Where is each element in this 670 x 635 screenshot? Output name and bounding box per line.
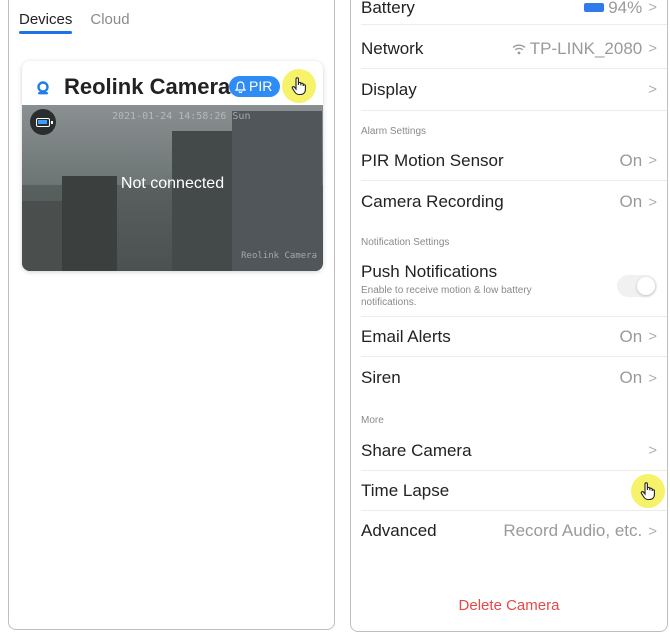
camera-recording-label: Camera Recording (361, 192, 504, 211)
advanced-value: Record Audio, etc. (503, 521, 643, 540)
advanced-label: Advanced (361, 521, 437, 540)
chevron-right-icon: > (648, 442, 657, 459)
settings-row-display[interactable]: Display > (361, 69, 667, 111)
settings-row-battery[interactable]: Battery 94% > (361, 0, 667, 25)
preview-building (22, 201, 62, 271)
camera-icon (37, 81, 49, 95)
siren-label: Siren (361, 368, 401, 387)
chevron-right-icon: > (648, 193, 657, 211)
settings-row-share-camera[interactable]: Share Camera > (361, 431, 667, 471)
pir-label: PIR (249, 78, 273, 94)
chevron-right-icon: > (648, 0, 657, 16)
settings-row-pir-motion[interactable]: PIR Motion Sensor On > (361, 141, 667, 181)
settings-row-advanced[interactable]: Advanced Record Audio, etc. > (361, 511, 667, 551)
camera-settings-screen: Battery 94% > Network TP-LINK_2080 > Dis… (350, 0, 668, 632)
settings-row-push-notifications[interactable]: Push Notifications Enable to receive mot… (361, 255, 667, 317)
email-alerts-value: On (619, 326, 643, 346)
chevron-right-icon: > (648, 522, 657, 540)
camera-name: Reolink Camera (64, 74, 231, 99)
settings-row-email-alerts[interactable]: Email Alerts On > (361, 317, 667, 357)
bell-icon (235, 80, 246, 93)
pir-badge[interactable]: PIR (229, 76, 281, 97)
preview-timestamp: 2021-01-24 14:58:26 Sun (112, 111, 251, 122)
hand-cursor-icon (282, 69, 316, 103)
toggle-knob (637, 276, 655, 295)
network-value: TP-LINK_2080 (529, 38, 643, 58)
push-notifications-toggle[interactable] (617, 274, 657, 297)
settings-row-camera-recording[interactable]: Camera Recording On > (361, 181, 667, 223)
time-lapse-label: Time Lapse (361, 480, 450, 500)
battery-label: Battery (361, 0, 415, 17)
network-label: Network (361, 38, 424, 58)
camera-recording-value-group: On > (620, 192, 657, 212)
pir-motion-label: PIR Motion Sensor (361, 150, 504, 170)
pir-motion-value: On (619, 150, 643, 170)
delete-camera-button[interactable]: Delete Camera (351, 597, 667, 614)
chevron-right-icon: > (648, 40, 657, 57)
section-alarm-settings: Alarm Settings (361, 126, 427, 137)
battery-icon (584, 3, 605, 12)
chevron-right-icon: > (648, 328, 657, 345)
push-label: Push Notifications (361, 262, 498, 281)
share-camera-label: Share Camera (361, 440, 472, 460)
battery-icon (30, 109, 56, 135)
share-camera-value-group: > (646, 442, 657, 459)
email-alerts-label: Email Alerts (361, 326, 451, 346)
tab-cloud[interactable]: Cloud (90, 11, 129, 34)
settings-row-network[interactable]: Network TP-LINK_2080 > (361, 29, 667, 69)
connection-status: Not connected (120, 175, 225, 192)
battery-value: 94% (608, 0, 643, 17)
settings-row-time-lapse[interactable]: Time Lapse (361, 471, 667, 511)
display-label: Display (361, 79, 417, 99)
battery-value-group: 94% > (584, 0, 657, 18)
pir-motion-value-group: On > (620, 151, 657, 171)
push-text-group: Push Notifications Enable to receive mot… (361, 262, 581, 309)
tab-bar: Devices Cloud (19, 11, 130, 34)
tab-devices[interactable]: Devices (19, 11, 73, 34)
display-value-group: > (646, 81, 657, 98)
wifi-icon (512, 44, 526, 54)
advanced-value-group: Record Audio, etc. > (503, 521, 657, 541)
settings-row-siren[interactable]: Siren On > (361, 357, 667, 399)
camera-card[interactable]: Reolink Camera PIR 2021-01-24 14:58:26 S… (22, 61, 323, 271)
chevron-right-icon: > (648, 152, 657, 169)
email-alerts-value-group: On > (620, 327, 657, 347)
chevron-right-icon: > (648, 81, 657, 98)
preview-watermark: Reolink Camera (241, 251, 317, 261)
section-notification-settings: Notification Settings (361, 237, 450, 248)
siren-value: On (619, 368, 643, 387)
chevron-right-icon: > (648, 369, 657, 387)
section-more: More (361, 415, 384, 426)
camera-preview[interactable]: 2021-01-24 14:58:26 Sun Not connected Re… (22, 105, 323, 271)
network-value-group: TP-LINK_2080 > (512, 39, 657, 59)
camera-recording-value: On (619, 192, 643, 211)
devices-screen: Devices Cloud Reolink Camera PIR 2021-01… (8, 0, 335, 630)
siren-value-group: On > (620, 368, 657, 388)
push-description: Enable to receive motion & low battery n… (361, 285, 532, 308)
hand-cursor-icon (631, 473, 665, 508)
